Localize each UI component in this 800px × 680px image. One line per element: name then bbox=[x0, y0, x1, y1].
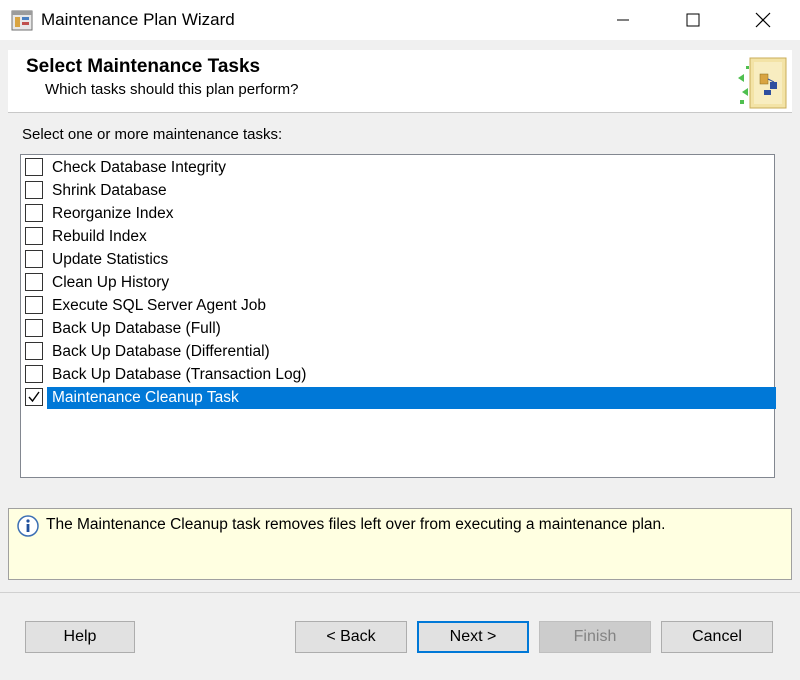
task-label[interactable]: Shrink Database bbox=[47, 180, 167, 202]
task-label[interactable]: Maintenance Cleanup Task bbox=[47, 387, 776, 409]
tasks-instruction-label: Select one or more maintenance tasks: bbox=[22, 126, 283, 143]
task-checkbox[interactable] bbox=[25, 319, 43, 337]
task-label[interactable]: Clean Up History bbox=[47, 272, 169, 294]
task-item[interactable]: Back Up Database (Full) bbox=[23, 318, 776, 340]
footer-divider bbox=[0, 592, 800, 593]
maintenance-tasks-list[interactable]: Check Database Integrity Shrink Database R… bbox=[20, 154, 776, 478]
task-label[interactable]: Check Database Integrity bbox=[47, 157, 226, 179]
close-icon bbox=[755, 12, 771, 28]
task-item[interactable]: Rebuild Index bbox=[23, 226, 776, 248]
task-label[interactable]: Back Up Database (Full) bbox=[47, 318, 221, 340]
title-bar: Maintenance Plan Wizard bbox=[0, 0, 800, 40]
task-checkbox[interactable] bbox=[25, 250, 43, 268]
info-icon bbox=[17, 515, 39, 537]
cancel-button[interactable]: Cancel bbox=[661, 621, 773, 653]
finish-button: Finish bbox=[539, 621, 651, 653]
wizard-header: Select Maintenance Tasks Which tasks sho… bbox=[8, 50, 792, 113]
maximize-button[interactable] bbox=[658, 0, 728, 40]
task-item[interactable]: Back Up Database (Transaction Log) bbox=[23, 364, 776, 386]
help-button[interactable]: Help bbox=[25, 621, 135, 653]
task-description-text: The Maintenance Cleanup task removes fil… bbox=[46, 516, 666, 533]
task-checkbox[interactable] bbox=[25, 365, 43, 383]
task-checkbox[interactable] bbox=[25, 181, 43, 199]
task-label[interactable]: Back Up Database (Differential) bbox=[47, 341, 270, 363]
back-button[interactable]: < Back bbox=[295, 621, 407, 653]
page-subtitle: Which tasks should this plan perform? bbox=[45, 81, 299, 98]
task-checkbox[interactable] bbox=[25, 388, 43, 406]
task-label[interactable]: Reorganize Index bbox=[47, 203, 174, 225]
task-label[interactable]: Rebuild Index bbox=[47, 226, 147, 248]
window-title: Maintenance Plan Wizard bbox=[41, 10, 235, 29]
task-item[interactable]: Maintenance Cleanup Task bbox=[23, 387, 776, 409]
task-checkbox[interactable] bbox=[25, 273, 43, 291]
next-button[interactable]: Next > bbox=[417, 621, 529, 653]
task-item[interactable]: Update Statistics bbox=[23, 249, 776, 271]
page-title: Select Maintenance Tasks bbox=[26, 56, 261, 77]
task-item[interactable]: Back Up Database (Differential) bbox=[23, 341, 776, 363]
task-checkbox[interactable] bbox=[25, 227, 43, 245]
minimize-button[interactable] bbox=[588, 0, 658, 40]
task-item[interactable]: Shrink Database bbox=[23, 180, 776, 202]
wizard-graphic-icon bbox=[730, 52, 790, 112]
task-item[interactable]: Clean Up History bbox=[23, 272, 776, 294]
task-item[interactable]: Execute SQL Server Agent Job bbox=[23, 295, 776, 317]
wizard-app-icon bbox=[10, 8, 34, 32]
task-checkbox[interactable] bbox=[25, 204, 43, 222]
maximize-icon bbox=[686, 13, 700, 27]
task-checkbox[interactable] bbox=[25, 342, 43, 360]
task-checkbox[interactable] bbox=[25, 158, 43, 176]
task-description-panel: The Maintenance Cleanup task removes fil… bbox=[8, 508, 792, 580]
minimize-icon bbox=[617, 19, 629, 21]
task-item[interactable]: Check Database Integrity bbox=[23, 157, 776, 179]
task-label[interactable]: Execute SQL Server Agent Job bbox=[47, 295, 266, 317]
close-button[interactable] bbox=[728, 0, 798, 40]
checkmark-icon bbox=[28, 391, 40, 403]
task-item[interactable]: Reorganize Index bbox=[23, 203, 776, 225]
task-checkbox[interactable] bbox=[25, 296, 43, 314]
task-label[interactable]: Update Statistics bbox=[47, 249, 168, 271]
task-label[interactable]: Back Up Database (Transaction Log) bbox=[47, 364, 306, 386]
